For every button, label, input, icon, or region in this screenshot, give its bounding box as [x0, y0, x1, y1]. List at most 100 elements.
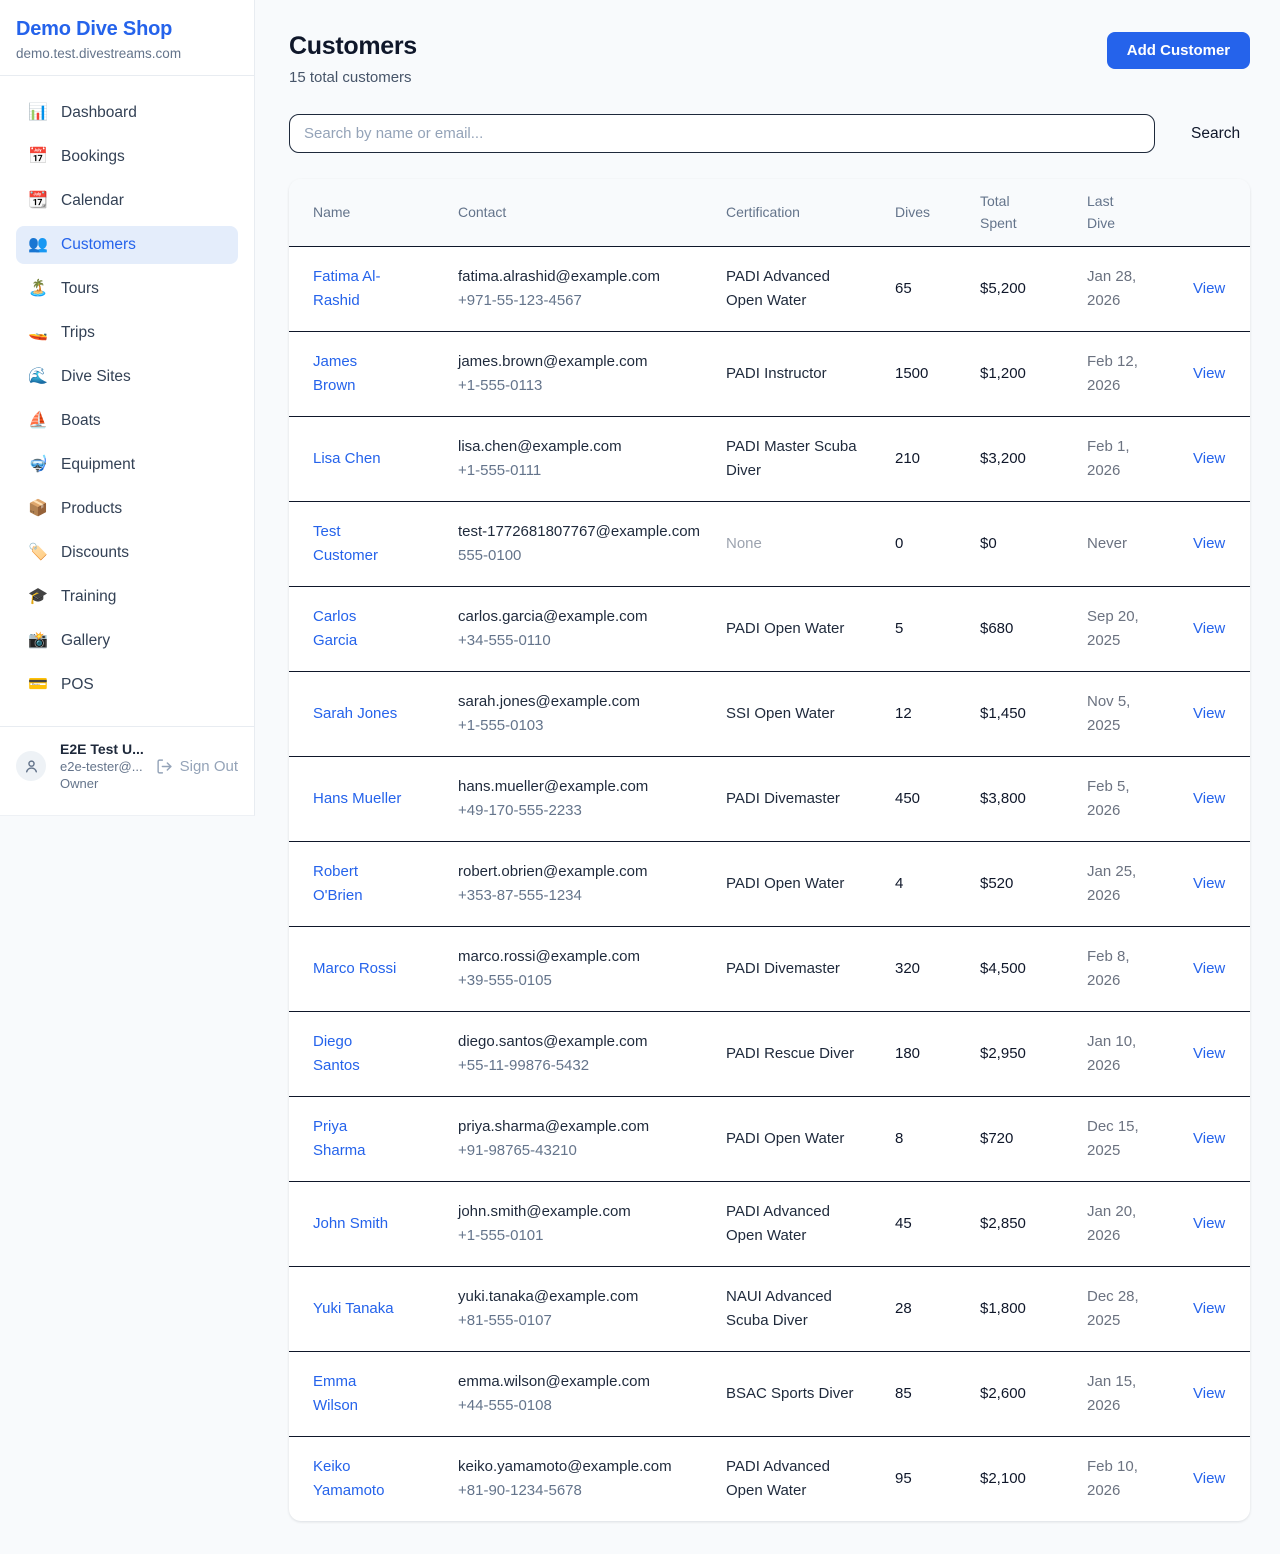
sidebar-item-label: Dive Sites	[61, 368, 131, 386]
customer-name-link[interactable]: Priya Sharma	[313, 1115, 403, 1163]
search-input[interactable]	[289, 114, 1155, 153]
customer-total-spent: $5,200	[980, 247, 1087, 332]
view-link[interactable]: View	[1193, 280, 1225, 297]
customer-total-spent: $1,200	[980, 332, 1087, 417]
dashboard-icon: 📊	[28, 105, 48, 121]
sidebar-item-products[interactable]: 📦 Products	[16, 490, 238, 528]
column-header-last-dive: Last Dive	[1087, 179, 1193, 247]
customer-certification: PADI Rescue Diver	[726, 1012, 895, 1097]
customer-email: john.smith@example.com	[458, 1200, 708, 1224]
customer-email: hans.mueller@example.com	[458, 775, 708, 799]
customer-last-dive: Feb 10, 2026	[1087, 1437, 1193, 1522]
tours-icon: 🏝️	[28, 281, 48, 297]
column-header-total-spent: Total Spent	[980, 179, 1087, 247]
user-avatar-icon	[23, 758, 40, 775]
customer-phone: +49-170-555-2233	[458, 799, 708, 823]
sidebar-item-discounts[interactable]: 🏷️ Discounts	[16, 534, 238, 572]
customer-email: marco.rossi@example.com	[458, 945, 708, 969]
sidebar-item-label: Customers	[61, 236, 136, 254]
customer-dives: 4	[895, 842, 980, 927]
sidebar-item-equipment[interactable]: 🤿 Equipment	[16, 446, 238, 484]
view-link[interactable]: View	[1193, 1130, 1225, 1147]
customer-phone: +1-555-0103	[458, 714, 708, 738]
sidebar-item-dashboard[interactable]: 📊 Dashboard	[16, 94, 238, 132]
customer-total-spent: $520	[980, 842, 1087, 927]
sign-out-icon	[156, 758, 173, 775]
customer-phone: +39-555-0105	[458, 969, 708, 993]
customer-name-link[interactable]: Yuki Tanaka	[313, 1297, 394, 1321]
table-head: NameContactCertificationDivesTotal Spent…	[289, 179, 1250, 247]
sidebar-item-pos[interactable]: 💳 POS	[16, 666, 238, 704]
customer-name-link[interactable]: John Smith	[313, 1212, 388, 1236]
customer-name-link[interactable]: Test Customer	[313, 520, 403, 568]
sidebar-item-customers[interactable]: 👥 Customers	[16, 226, 238, 264]
customer-name-link[interactable]: Emma Wilson	[313, 1370, 403, 1418]
customer-name-link[interactable]: James Brown	[313, 350, 403, 398]
customer-name-link[interactable]: Carlos Garcia	[313, 605, 403, 653]
app-root: Demo Dive Shop demo.test.divestreams.com…	[0, 0, 1280, 1554]
customer-name-link[interactable]: Marco Rossi	[313, 957, 396, 981]
customer-name-link[interactable]: Sarah Jones	[313, 702, 397, 726]
customer-email: keiko.yamamoto@example.com	[458, 1455, 708, 1479]
trips-icon: 🚤	[28, 325, 48, 341]
customer-certification: PADI Open Water	[726, 1097, 895, 1182]
customer-dives: 45	[895, 1182, 980, 1267]
customer-total-spent: $4,500	[980, 927, 1087, 1012]
view-link[interactable]: View	[1193, 1215, 1225, 1232]
view-link[interactable]: View	[1193, 365, 1225, 382]
sidebar-item-training[interactable]: 🎓 Training	[16, 578, 238, 616]
customer-certification: SSI Open Water	[726, 672, 895, 757]
view-link[interactable]: View	[1193, 450, 1225, 467]
customer-last-dive: Feb 12, 2026	[1087, 332, 1193, 417]
customer-name-link[interactable]: Fatima Al-Rashid	[313, 265, 403, 313]
sidebar-item-bookings[interactable]: 📅 Bookings	[16, 138, 238, 176]
view-link[interactable]: View	[1193, 875, 1225, 892]
sign-out-button[interactable]: Sign Out	[156, 758, 238, 775]
sidebar-item-dive-sites[interactable]: 🌊 Dive Sites	[16, 358, 238, 396]
customer-name-link[interactable]: Lisa Chen	[313, 447, 381, 471]
table-row: Marco Rossi marco.rossi@example.com +39-…	[289, 927, 1250, 1012]
customers-table: NameContactCertificationDivesTotal Spent…	[289, 179, 1250, 1521]
sidebar-item-tours[interactable]: 🏝️ Tours	[16, 270, 238, 308]
add-customer-button[interactable]: Add Customer	[1107, 32, 1250, 69]
table-row: John Smith john.smith@example.com +1-555…	[289, 1182, 1250, 1267]
table-row: Yuki Tanaka yuki.tanaka@example.com +81-…	[289, 1267, 1250, 1352]
sidebar-item-gallery[interactable]: 📸 Gallery	[16, 622, 238, 660]
sidebar-item-boats[interactable]: ⛵ Boats	[16, 402, 238, 440]
customer-total-spent: $2,950	[980, 1012, 1087, 1097]
avatar	[16, 751, 46, 781]
user-meta: E2E Test U... e2e-tester@... Owner	[60, 741, 142, 791]
customer-phone: +34-555-0110	[458, 629, 708, 653]
customer-name-link[interactable]: Robert O'Brien	[313, 860, 403, 908]
search-button[interactable]: Search	[1181, 117, 1250, 151]
sidebar-item-label: Discounts	[61, 544, 129, 562]
sidebar-item-calendar[interactable]: 📆 Calendar	[16, 182, 238, 220]
table-row: Lisa Chen lisa.chen@example.com +1-555-0…	[289, 417, 1250, 502]
customer-name-link[interactable]: Hans Mueller	[313, 787, 401, 811]
customer-total-spent: $680	[980, 587, 1087, 672]
sidebar-item-trips[interactable]: 🚤 Trips	[16, 314, 238, 352]
view-link[interactable]: View	[1193, 620, 1225, 637]
page-header: Customers 15 total customers Add Custome…	[289, 32, 1250, 86]
customers-table-card: NameContactCertificationDivesTotal Spent…	[289, 179, 1250, 1521]
customer-name-link[interactable]: Keiko Yamamoto	[313, 1455, 403, 1503]
view-link[interactable]: View	[1193, 535, 1225, 552]
customer-last-dive: Feb 5, 2026	[1087, 757, 1193, 842]
view-link[interactable]: View	[1193, 705, 1225, 722]
view-link[interactable]: View	[1193, 790, 1225, 807]
view-link[interactable]: View	[1193, 1300, 1225, 1317]
customer-dives: 95	[895, 1437, 980, 1522]
customer-certification: None	[726, 502, 895, 587]
customer-name-link[interactable]: Diego Santos	[313, 1030, 403, 1078]
customer-last-dive: Feb 8, 2026	[1087, 927, 1193, 1012]
calendar-icon: 📆	[28, 193, 48, 209]
user-role: Owner	[60, 776, 142, 791]
table-row: Sarah Jones sarah.jones@example.com +1-5…	[289, 672, 1250, 757]
customer-phone: 555-0100	[458, 544, 708, 568]
customer-certification: BSAC Sports Diver	[726, 1352, 895, 1437]
view-link[interactable]: View	[1193, 1045, 1225, 1062]
customer-phone: +81-555-0107	[458, 1309, 708, 1333]
view-link[interactable]: View	[1193, 960, 1225, 977]
customer-email: lisa.chen@example.com	[458, 435, 708, 459]
view-link[interactable]: View	[1193, 1385, 1225, 1402]
